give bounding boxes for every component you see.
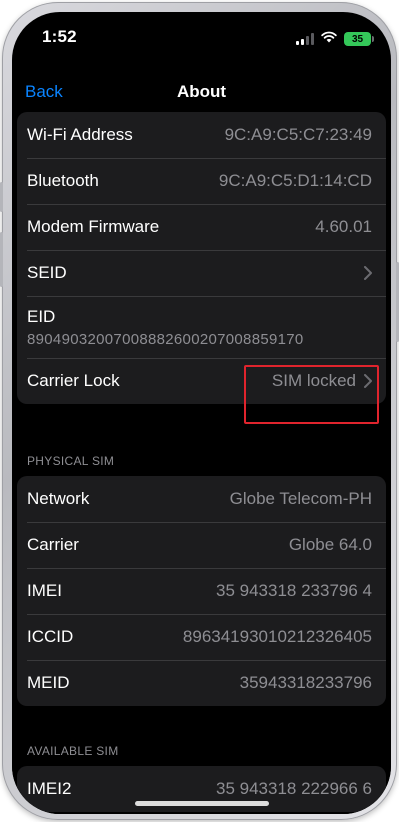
bluetooth-row[interactable]: Bluetooth 9C:A9:C5:D1:14:CD [17, 158, 386, 204]
row-value: Globe Telecom-PH [229, 489, 372, 508]
seid-row[interactable]: SEID [17, 250, 386, 296]
page-title: About [176, 82, 227, 101]
row-label: Carrier Lock [27, 371, 120, 390]
device-frame: 1:52 35 Back About Wi-Fi Address 9C:A9:C… [0, 2, 399, 820]
battery-level: 35 [351, 33, 364, 45]
chevron-right-icon [364, 374, 372, 388]
status-time: 1:52 [42, 27, 77, 46]
status-icons: 35 [296, 30, 374, 48]
modem-firmware-row[interactable]: Modem Firmware 4.60.01 [17, 204, 386, 250]
row-label: MEID [27, 673, 70, 692]
row-label: Network [27, 489, 90, 508]
row-label: EID [27, 306, 56, 326]
eid-value: 89049032007008882600207008859170 [27, 330, 304, 348]
row-value [356, 266, 372, 280]
row-value: 9C:A9:C5:D1:14:CD [218, 171, 372, 190]
meid-row[interactable]: MEID 35943318233796 [17, 660, 386, 706]
physical-sim-group: Network Globe Telecom-PH Carrier Globe 6… [17, 476, 386, 706]
chevron-right-icon [364, 266, 372, 280]
carrier-lock-value: SIM locked [271, 371, 356, 390]
battery-icon: 35 [344, 32, 374, 46]
row-value: 9C:A9:C5:C7:23:49 [224, 125, 372, 144]
nav-bar: Back About [12, 68, 391, 112]
row-label: Wi-Fi Address [27, 125, 133, 144]
row-label: SEID [27, 263, 67, 282]
row-label: IMEI2 [27, 779, 72, 798]
cellular-signal-icon [296, 33, 314, 45]
row-value: 89634193010212326405 [182, 627, 372, 646]
carrier-row[interactable]: Carrier Globe 64.0 [17, 522, 386, 568]
row-label: Modem Firmware [27, 217, 160, 236]
settings-list[interactable]: Wi-Fi Address 9C:A9:C5:C7:23:49 Bluetoot… [12, 112, 391, 814]
imei-row[interactable]: IMEI 35 943318 233796 4 [17, 568, 386, 614]
row-label: Carrier [27, 535, 79, 554]
screen: 1:52 35 Back About Wi-Fi Address 9C:A9:C… [12, 12, 391, 814]
iccid-row[interactable]: ICCID 89634193010212326405 [17, 614, 386, 660]
home-indicator[interactable] [134, 801, 269, 806]
status-bar: 1:52 35 [12, 12, 391, 64]
side-button-left-2 [0, 232, 3, 287]
row-value: 35943318233796 [239, 673, 372, 692]
row-value: Globe 64.0 [288, 535, 372, 554]
wifi-icon [321, 30, 337, 48]
side-button-left [0, 182, 3, 212]
row-value: 35 943318 222966 6 [216, 779, 372, 798]
network-row[interactable]: Network Globe Telecom-PH [17, 476, 386, 522]
carrier-lock-row[interactable]: Carrier Lock SIM locked [17, 358, 386, 404]
row-label: Bluetooth [27, 171, 99, 190]
section-header-physical-sim: PHYSICAL SIM [27, 454, 115, 468]
wifi-address-row[interactable]: Wi-Fi Address 9C:A9:C5:C7:23:49 [17, 112, 386, 158]
row-value: 4.60.01 [315, 217, 372, 236]
row-value: SIM locked [272, 371, 372, 391]
eid-row[interactable]: EID 89049032007008882600207008859170 [17, 296, 386, 358]
device-info-group: Wi-Fi Address 9C:A9:C5:C7:23:49 Bluetoot… [17, 112, 386, 404]
row-value: 35 943318 233796 4 [216, 581, 372, 600]
row-label: ICCID [27, 627, 74, 646]
row-label: IMEI [27, 581, 62, 600]
section-header-available-sim: AVAILABLE SIM [27, 744, 119, 758]
